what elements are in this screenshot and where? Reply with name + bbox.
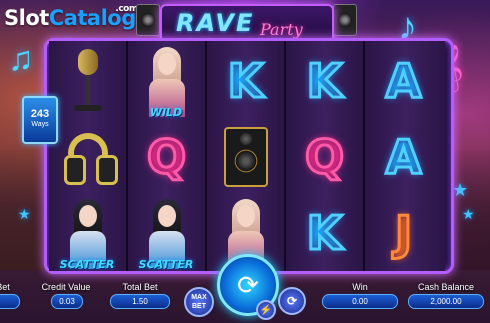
- turbo-button[interactable]: ⚡: [256, 300, 276, 320]
- autoplay-button[interactable]: ⟳: [278, 287, 306, 315]
- letter-k: K: [226, 53, 265, 110]
- slotcatalog-logo: SlotCatalog .com: [4, 4, 138, 30]
- q-symbol: Q: [286, 119, 363, 195]
- scatter-badge: SCATTER: [59, 258, 115, 271]
- speaker-decoration: [333, 4, 357, 36]
- max-bet-label-2: BET: [192, 303, 206, 310]
- title-party: Party: [260, 20, 303, 39]
- letter-j: J: [393, 205, 413, 262]
- j-symbol: J: [365, 195, 442, 271]
- total-bet-field[interactable]: 1.50: [110, 294, 170, 309]
- ways-number: 243: [30, 108, 50, 120]
- cash-balance-field: 2,000.00: [408, 294, 484, 309]
- wild-badge: WILD: [149, 106, 183, 119]
- headphones-symbol: [49, 119, 126, 195]
- star-icon: ★: [18, 206, 31, 222]
- k-symbol: K: [286, 195, 363, 271]
- music-note-icon: ♫: [8, 40, 34, 78]
- scatter-symbol: SCATTER: [128, 195, 205, 271]
- ways-badge: 243 Ways: [22, 96, 58, 144]
- star-icon: ★: [452, 180, 469, 200]
- win-field: 0.00: [322, 294, 398, 309]
- reel-3: K: [207, 41, 286, 271]
- credit-value-label: Credit Value: [41, 282, 91, 292]
- total-bet-control[interactable]: Total Bet 1.50: [110, 282, 170, 309]
- wild-symbol: WILD: [128, 43, 205, 119]
- reel-2: WILD Q SCATTER: [128, 41, 207, 271]
- lightning-icon: ⚡: [259, 304, 273, 316]
- logo-com: .com: [115, 4, 138, 14]
- reels-frame: SCATTER WILD Q SCATTER K K Q K A A J: [44, 38, 454, 274]
- credit-value-field[interactable]: 0.03: [51, 294, 83, 309]
- reel-1: SCATTER: [49, 41, 128, 271]
- q-symbol: Q: [128, 119, 205, 195]
- microphone-icon: [68, 49, 108, 113]
- bet-control[interactable]: Bet: [0, 282, 20, 309]
- letter-k: K: [305, 53, 344, 110]
- ways-label: Ways: [31, 121, 49, 128]
- reel-5: A A J: [365, 41, 445, 271]
- win-label: Win: [352, 282, 368, 292]
- headphones-icon: [60, 129, 118, 185]
- scatter-symbol: SCATTER: [49, 195, 126, 271]
- microphone-symbol: [49, 43, 126, 119]
- letter-a: A: [384, 53, 423, 110]
- k-symbol: K: [286, 43, 363, 119]
- logo-slot: Slot: [4, 6, 49, 30]
- letter-q: Q: [145, 129, 187, 186]
- bet-value[interactable]: [0, 294, 20, 309]
- autoplay-icon: ⟳: [286, 293, 298, 308]
- scatter-badge: SCATTER: [138, 258, 194, 271]
- spin-arrows-icon: ⟳: [237, 269, 259, 300]
- cash-balance-label: Cash Balance: [417, 282, 475, 292]
- k-symbol: K: [207, 43, 284, 119]
- cash-balance-display: Cash Balance 2,000.00: [408, 282, 484, 309]
- a-symbol: A: [365, 43, 442, 119]
- speaker-icon: [223, 127, 268, 187]
- credit-value-control[interactable]: Credit Value 0.03: [36, 282, 96, 309]
- speaker-symbol: [207, 119, 284, 195]
- bet-label: Bet: [0, 282, 10, 292]
- max-bet-label-1: MAX: [191, 294, 207, 301]
- letter-q: Q: [303, 129, 345, 186]
- total-bet-label: Total Bet: [122, 282, 158, 292]
- letter-a: A: [384, 129, 423, 186]
- a-symbol: A: [365, 119, 442, 195]
- star-icon: ★: [462, 206, 475, 222]
- max-bet-button[interactable]: MAX BET: [184, 287, 214, 317]
- speaker-decoration: [136, 4, 160, 36]
- reel-4: K Q K: [286, 41, 365, 271]
- letter-k: K: [305, 205, 344, 262]
- win-display: Win 0.00: [322, 282, 398, 309]
- title-rave: RAVE: [176, 9, 255, 37]
